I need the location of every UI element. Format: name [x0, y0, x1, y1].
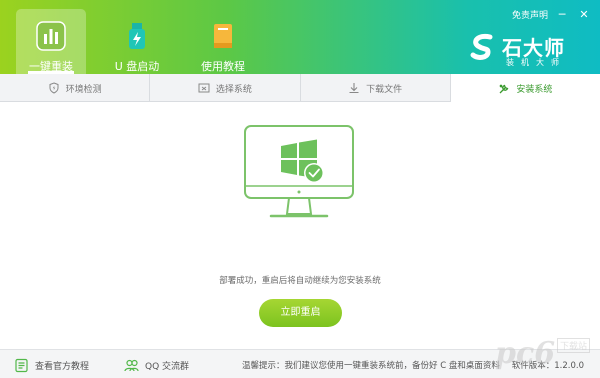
warm-tip: 温馨提示：我们建议您使用一键重装系统前，备份好 C 盘和桌面资料 — [242, 361, 500, 371]
minimize-button[interactable]: ─ — [554, 7, 570, 21]
monitor-success-illustration — [244, 125, 354, 218]
status-message: 部署成功，重启后将自动继续为您安装系统 — [219, 276, 381, 286]
window-controls: 免责声明 ─ ✕ — [512, 7, 592, 21]
qq-group-link[interactable]: QQ 交流群 — [124, 358, 189, 373]
steps-bar: 环境检测 选择系统 下载文件 安装系统 — [0, 74, 600, 103]
restart-now-button[interactable]: 立即重启 — [259, 299, 342, 327]
close-button[interactable]: ✕ — [576, 7, 592, 21]
watermark-logo: pc6 — [495, 336, 556, 371]
pc6-watermark: pc6 下载站 — [495, 336, 590, 372]
step-install-system: 安装系统 — [450, 74, 600, 103]
wrench-icon — [499, 84, 509, 93]
tab-usb-boot[interactable]: U 盘启动 — [102, 9, 172, 74]
document-icon — [15, 358, 28, 373]
tab-label: 使用教程 — [201, 60, 245, 73]
book-icon — [214, 24, 232, 48]
qq-group-label: QQ 交流群 — [145, 362, 190, 372]
usb-flash-icon — [129, 23, 145, 49]
qq-group-icon — [124, 359, 139, 372]
header-bar: 一键重装 U 盘启动 使用教程 免责声明 ─ ✕ 石大师 装机大师 — [0, 0, 600, 74]
step-select-system: 选择系统 — [150, 74, 301, 102]
checkmark-icon — [305, 164, 323, 182]
tab-tutorial[interactable]: 使用教程 — [188, 9, 258, 74]
brand-logo: 石大师 装机大师 — [468, 30, 583, 70]
window-icon — [198, 83, 210, 93]
step-label: 安装系统 — [516, 85, 553, 95]
step-environment-check: 环境检测 — [0, 74, 151, 102]
chart-bars-icon — [36, 21, 66, 51]
tutorial-link-label: 查看官方教程 — [35, 362, 90, 372]
disclaimer-link[interactable]: 免责声明 — [512, 8, 548, 21]
step-label: 环境检测 — [65, 84, 102, 95]
step-label: 下载文件 — [366, 84, 403, 95]
official-tutorial-link[interactable]: 查看官方教程 — [14, 358, 89, 373]
tab-one-click-reinstall[interactable]: 一键重装 — [16, 9, 86, 74]
step-download-files: 下载文件 — [301, 74, 451, 102]
brand-subtitle: 装机大师 — [506, 58, 566, 67]
step-label: 选择系统 — [215, 84, 252, 95]
shield-icon — [49, 82, 59, 94]
download-icon — [349, 83, 359, 94]
watermark-subtitle: 下载站 — [556, 338, 590, 353]
shidashi-logo-icon — [470, 33, 493, 60]
tab-label: U 盘启动 — [114, 60, 160, 73]
